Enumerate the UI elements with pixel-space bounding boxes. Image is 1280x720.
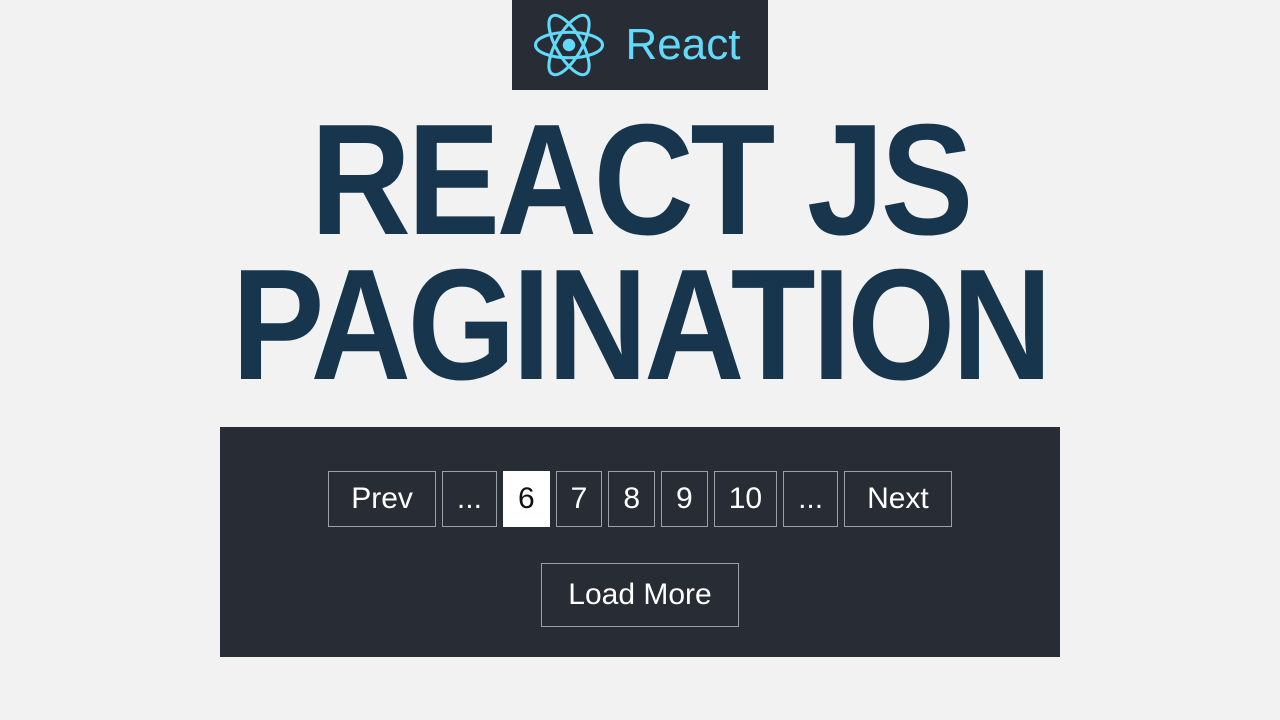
page-6-button[interactable]: 6 bbox=[503, 471, 550, 527]
load-more-button[interactable]: Load More bbox=[541, 563, 738, 627]
pagination-panel: Prev ... 6 7 8 9 10 ... Next Load More bbox=[220, 427, 1060, 657]
page-10-button[interactable]: 10 bbox=[714, 471, 777, 527]
pagination-bar: Prev ... 6 7 8 9 10 ... Next bbox=[328, 471, 952, 527]
next-button[interactable]: Next bbox=[844, 471, 952, 527]
page-9-button[interactable]: 9 bbox=[661, 471, 708, 527]
react-logo-icon bbox=[530, 6, 608, 84]
page-8-button[interactable]: 8 bbox=[608, 471, 655, 527]
ellipsis-left[interactable]: ... bbox=[442, 471, 497, 527]
title-line-2: PAGINATION bbox=[231, 237, 1048, 413]
react-badge-label: React bbox=[626, 20, 741, 70]
page-7-button[interactable]: 7 bbox=[556, 471, 603, 527]
react-badge: React bbox=[512, 0, 769, 90]
prev-button[interactable]: Prev bbox=[328, 471, 436, 527]
ellipsis-right[interactable]: ... bbox=[783, 471, 838, 527]
page-title: REACT JS PAGINATION bbox=[231, 108, 1048, 399]
